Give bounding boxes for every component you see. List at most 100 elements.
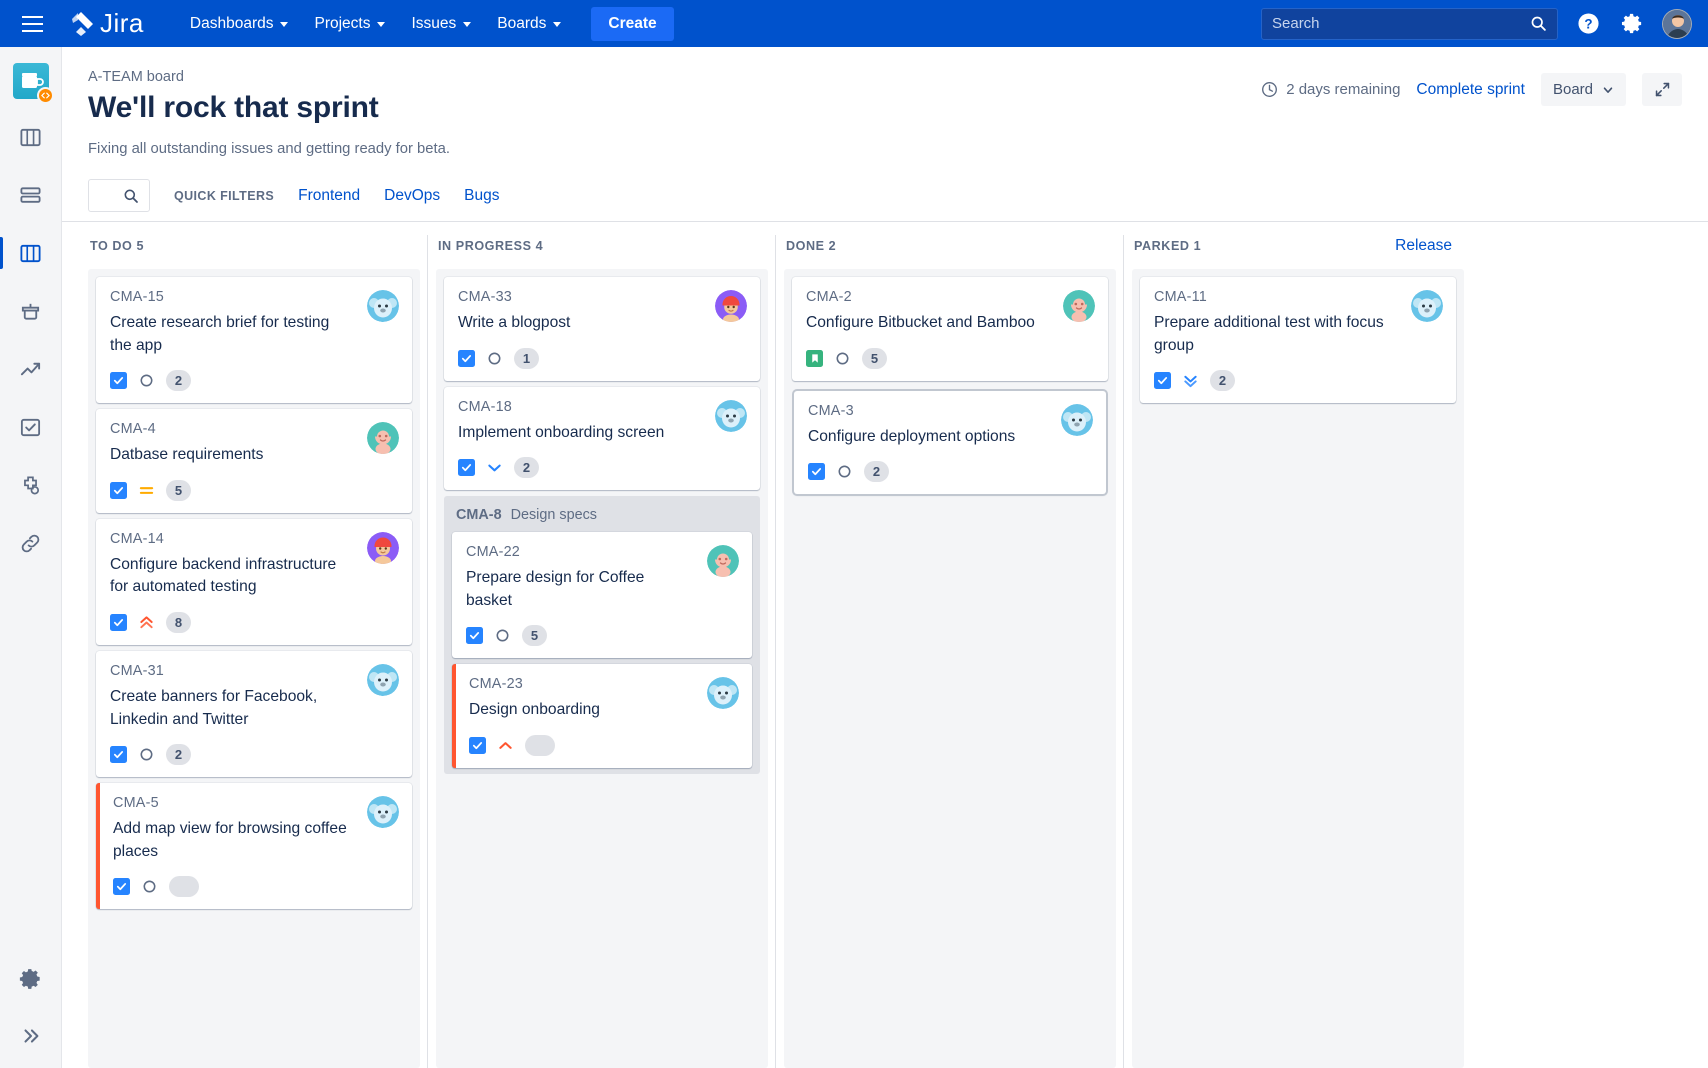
issue-card[interactable]: CMA-22 Prepare design for Coffee basket … — [452, 532, 752, 658]
board-search-box[interactable] — [88, 179, 150, 212]
issue-card[interactable]: CMA-14 Configure backend infrastructure … — [96, 519, 412, 645]
release-button[interactable]: Release — [1395, 237, 1462, 255]
issue-key[interactable]: CMA-2 — [806, 289, 1096, 305]
issue-key[interactable]: CMA-15 — [110, 289, 400, 305]
assignee-avatar[interactable] — [715, 290, 747, 322]
issue-key[interactable]: CMA-11 — [1154, 289, 1444, 305]
priority-none-icon[interactable] — [836, 463, 853, 480]
issue-card[interactable]: CMA-4 Datbase requirements 5 — [96, 409, 412, 513]
complete-sprint-button[interactable]: Complete sprint — [1416, 81, 1525, 99]
priority-none-icon[interactable] — [138, 372, 155, 389]
project-avatar[interactable] — [13, 63, 49, 99]
quick-filter-devops[interactable]: DevOps — [384, 187, 440, 205]
story-point-estimate[interactable]: 5 — [862, 348, 887, 369]
issue-card[interactable]: CMA-5 Add map view for browsing coffee p… — [96, 783, 412, 909]
column-card-list[interactable]: CMA-15 Create research brief for testing… — [88, 269, 420, 1068]
priority-none-icon[interactable] — [138, 746, 155, 763]
issue-card[interactable]: CMA-33 Write a blogpost 1 — [444, 277, 760, 381]
sidebar-item-sprint[interactable] — [11, 175, 51, 215]
task-type-icon[interactable] — [458, 459, 475, 476]
assignee-avatar[interactable] — [367, 422, 399, 454]
issue-card[interactable]: CMA-15 Create research brief for testing… — [96, 277, 412, 403]
sidebar-item-releases[interactable] — [11, 291, 51, 331]
nav-item-boards[interactable]: Boards — [484, 9, 574, 39]
story-point-estimate[interactable]: 8 — [166, 612, 191, 633]
story-point-estimate-placeholder[interactable] — [169, 876, 199, 897]
assignee-avatar[interactable] — [715, 400, 747, 432]
priority-high-icon[interactable] — [497, 737, 514, 754]
task-type-icon[interactable] — [466, 627, 483, 644]
quick-filter-bugs[interactable]: Bugs — [464, 187, 499, 205]
epic-key[interactable]: CMA-8 — [456, 507, 502, 523]
issue-key[interactable]: CMA-4 — [110, 421, 400, 437]
assignee-avatar[interactable] — [1063, 290, 1095, 322]
task-type-icon[interactable] — [110, 482, 127, 499]
nav-item-issues[interactable]: Issues — [398, 9, 484, 39]
task-type-icon[interactable] — [469, 737, 486, 754]
story-point-estimate[interactable]: 2 — [514, 457, 539, 478]
story-point-estimate[interactable]: 1 — [514, 348, 539, 369]
issue-key[interactable]: CMA-31 — [110, 663, 400, 679]
priority-low-icon[interactable] — [486, 459, 503, 476]
column-card-list[interactable]: CMA-11 Prepare additional test with focu… — [1132, 269, 1464, 1068]
issue-card[interactable]: CMA-31 Create banners for Facebook, Link… — [96, 651, 412, 777]
task-type-icon[interactable] — [113, 878, 130, 895]
issue-key[interactable]: CMA-5 — [113, 795, 400, 811]
sidebar-item-backlog[interactable] — [11, 117, 51, 157]
issue-key[interactable]: CMA-23 — [469, 676, 740, 692]
assignee-avatar[interactable] — [367, 290, 399, 322]
sidebar-item-reports[interactable] — [11, 349, 51, 389]
issue-key[interactable]: CMA-3 — [808, 403, 1094, 419]
help-button[interactable]: ? — [1574, 10, 1602, 38]
sidebar-item-board[interactable] — [11, 233, 51, 273]
task-type-icon[interactable] — [110, 746, 127, 763]
story-point-estimate[interactable]: 2 — [166, 370, 191, 391]
priority-none-icon[interactable] — [494, 627, 511, 644]
settings-button[interactable] — [1618, 10, 1646, 38]
sidebar-item-project-settings[interactable] — [11, 958, 51, 998]
assignee-avatar[interactable] — [707, 545, 739, 577]
priority-none-icon[interactable] — [486, 350, 503, 367]
expand-sidebar-button[interactable] — [11, 1016, 51, 1056]
view-select-dropdown[interactable]: Board — [1541, 73, 1626, 106]
story-point-estimate[interactable]: 5 — [522, 625, 547, 646]
priority-lowest-icon[interactable] — [1182, 372, 1199, 389]
issue-card[interactable]: CMA-3 Configure deployment options 2 — [794, 391, 1106, 495]
assignee-avatar[interactable] — [1061, 404, 1093, 436]
jira-logo[interactable]: Jira — [70, 8, 144, 39]
nav-item-dashboards[interactable]: Dashboards — [177, 9, 302, 39]
search-input[interactable] — [1272, 15, 1530, 32]
priority-medium-icon[interactable] — [138, 482, 155, 499]
story-point-estimate-placeholder[interactable] — [525, 735, 555, 756]
assignee-avatar[interactable] — [367, 532, 399, 564]
nav-item-projects[interactable]: Projects — [301, 9, 398, 39]
task-type-icon[interactable] — [1154, 372, 1171, 389]
issue-card[interactable]: CMA-18 Implement onboarding screen 2 — [444, 387, 760, 491]
create-button[interactable]: Create — [591, 7, 673, 41]
priority-none-icon[interactable] — [834, 350, 851, 367]
assignee-avatar[interactable] — [367, 664, 399, 696]
column-card-list[interactable]: CMA-2 Configure Bitbucket and Bamboo 5 — [784, 269, 1116, 1068]
task-type-icon[interactable] — [458, 350, 475, 367]
issue-key[interactable]: CMA-22 — [466, 544, 740, 560]
sidebar-item-links[interactable] — [11, 523, 51, 563]
issue-key[interactable]: CMA-18 — [458, 399, 748, 415]
story-point-estimate[interactable]: 2 — [864, 461, 889, 482]
task-type-icon[interactable] — [110, 614, 127, 631]
global-search-box[interactable] — [1261, 8, 1558, 40]
story-point-estimate[interactable]: 2 — [166, 744, 191, 765]
task-type-icon[interactable] — [110, 372, 127, 389]
quick-filter-frontend[interactable]: Frontend — [298, 187, 360, 205]
issue-key[interactable]: CMA-33 — [458, 289, 748, 305]
sidebar-item-issues[interactable] — [11, 407, 51, 447]
story-type-icon[interactable] — [806, 350, 823, 367]
issue-card[interactable]: CMA-2 Configure Bitbucket and Bamboo 5 — [792, 277, 1108, 381]
story-point-estimate[interactable]: 5 — [166, 480, 191, 501]
column-card-list[interactable]: CMA-33 Write a blogpost 1 — [436, 269, 768, 1068]
user-avatar[interactable] — [1662, 9, 1692, 39]
issue-card[interactable]: CMA-23 Design onboarding — [452, 664, 752, 768]
task-type-icon[interactable] — [808, 463, 825, 480]
sidebar-item-components[interactable] — [11, 465, 51, 505]
fullscreen-button[interactable] — [1642, 73, 1682, 106]
priority-none-icon[interactable] — [141, 878, 158, 895]
